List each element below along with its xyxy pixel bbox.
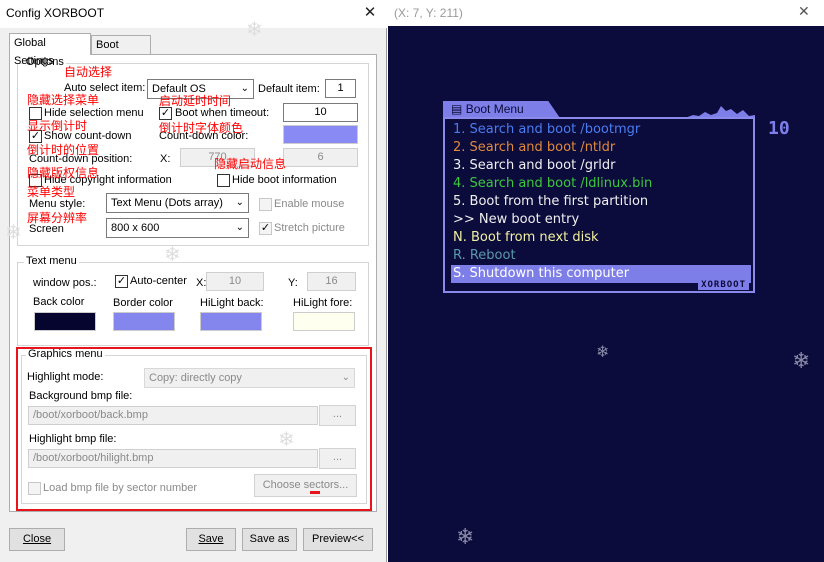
config-dialog: Config XORBOOT ✕ Global Settings Boot it…	[0, 0, 387, 562]
snowflake-icon: ❄	[456, 524, 475, 549]
save-as-button-label: Save as	[249, 533, 290, 545]
screen-value: 800 x 600	[111, 222, 160, 234]
menu-style-value: Text Menu (Dots array)	[111, 197, 223, 209]
boot-menu-item[interactable]: 4. Search and boot /ldlinux.bin	[451, 175, 751, 193]
save-button[interactable]: Save	[186, 528, 236, 551]
save-as-button[interactable]: Save as	[242, 528, 297, 551]
annotation-screen-resolution: 屏幕分辨率	[27, 211, 88, 225]
snowflake-icon: ❄	[596, 344, 610, 361]
window-pos-label: window pos.:	[33, 277, 97, 289]
boot-menu-item[interactable]: 1. Search and boot /bootmgr	[451, 121, 751, 139]
boot-menu-item[interactable]: 3. Search and boot /grldr	[451, 157, 751, 175]
menu-icon: ▤	[451, 102, 463, 116]
countdown-color-swatch[interactable]	[283, 125, 358, 144]
annotation-underline	[310, 491, 320, 494]
snowflake-icon: ❄	[246, 19, 263, 41]
annotation-hide-copyright: 隐藏版权信息	[27, 166, 100, 180]
chevron-down-icon: ⌄	[240, 83, 249, 94]
hills-decoration-icon	[685, 106, 755, 118]
annotation-countdown-position: 倒计时的位置	[27, 143, 100, 157]
close-icon[interactable]: ✕	[358, 2, 382, 24]
window-title: Config XORBOOT	[6, 6, 105, 20]
close-button[interactable]: Close	[9, 528, 65, 551]
boot-menu-item[interactable]: >> New boot entry	[451, 211, 751, 229]
countdown-timer: 10	[768, 118, 790, 139]
stretch-picture-checkbox[interactable]: ✓	[259, 222, 272, 235]
chevron-down-icon: ⌄	[235, 197, 244, 208]
hilight-back-swatch[interactable]	[200, 312, 262, 331]
annotation-auto-select: 自动选择	[64, 65, 113, 79]
stretch-picture-label: Stretch picture	[274, 222, 345, 234]
save-button-label: Save	[198, 533, 224, 545]
annotation-show-countdown: 显示倒计时	[27, 119, 88, 133]
back-color-swatch[interactable]	[34, 312, 96, 331]
preview-button[interactable]: Preview<<	[303, 528, 373, 551]
default-item-label: Default item:	[258, 83, 320, 95]
text-menu-legend: Text menu	[24, 255, 79, 267]
annotation-countdown-color: 倒计时字体颜色	[159, 121, 244, 135]
enable-mouse-checkbox[interactable]	[259, 198, 272, 211]
preview-window: (X: 7, Y: 211) ✕ ▤ Boot Menu 1. Search a…	[388, 0, 824, 562]
window-x-input[interactable]: 10	[206, 272, 264, 291]
annotation-boot-delay: 启动延时时间	[159, 94, 232, 108]
boot-menu-item[interactable]: 2. Search and boot /ntldr	[451, 139, 751, 157]
auto-center-label: Auto-center	[130, 275, 187, 287]
tab-boot-items[interactable]: Boot items	[91, 35, 151, 69]
menu-style-dropdown[interactable]: Text Menu (Dots array) ⌄	[106, 193, 249, 213]
border-color-label: Border color	[113, 297, 173, 309]
title-bar: Config XORBOOT ✕	[0, 0, 387, 28]
border-color-swatch[interactable]	[113, 312, 175, 331]
preview-title-bar: (X: 7, Y: 211) ✕	[388, 0, 824, 26]
default-item-input[interactable]: 1	[325, 79, 356, 98]
close-icon[interactable]: ✕	[798, 3, 810, 20]
boot-menu-item[interactable]: 5. Boot from the first partition	[451, 193, 751, 211]
annotation-hide-menu: 隐藏选择菜单	[27, 93, 100, 107]
countdown-y-input[interactable]: 6	[283, 148, 358, 167]
hilight-fore-label: HiLight fore:	[293, 297, 353, 309]
enable-mouse-label: Enable mouse	[274, 198, 345, 210]
annotation-menu-type: 菜单类型	[27, 185, 76, 199]
highlight-annotation-box	[16, 347, 372, 511]
hilight-back-label: HiLight back:	[200, 297, 264, 309]
auto-center-checkbox[interactable]: ✓	[115, 275, 128, 288]
back-color-label: Back color	[33, 296, 85, 308]
close-button-label: Close	[22, 533, 52, 545]
hilight-fore-swatch[interactable]	[293, 312, 355, 331]
brand-label: XORBOOT	[698, 280, 749, 290]
hide-boot-info-checkbox[interactable]	[217, 174, 230, 187]
annotation-hide-boot-info: 隐藏启动信息	[214, 157, 287, 171]
window-y-label: Y:	[288, 277, 298, 289]
countdown-x-label: X:	[160, 153, 171, 165]
boot-menu-title-tab: ▤ Boot Menu	[443, 101, 560, 118]
boot-menu-title: Boot Menu	[465, 102, 524, 116]
boot-menu-box: 1. Search and boot /bootmgr 2. Search and…	[443, 117, 755, 293]
hide-boot-info-label: Hide boot information	[232, 174, 337, 186]
preview-button-label: Preview<<	[312, 533, 364, 545]
coordinate-readout: (X: 7, Y: 211)	[394, 6, 463, 20]
boot-menu-item[interactable]: R. Reboot	[451, 247, 751, 265]
window-x-label: X:	[196, 277, 207, 289]
window-y-input[interactable]: 16	[307, 272, 356, 291]
tab-global-settings[interactable]: Global Settings	[9, 33, 91, 67]
screen-dropdown[interactable]: 800 x 600 ⌄	[106, 218, 249, 238]
boot-menu-item[interactable]: N. Boot from next disk	[451, 229, 751, 247]
timeout-input[interactable]: 10	[283, 103, 358, 122]
chevron-down-icon: ⌄	[235, 222, 244, 233]
snowflake-icon: ❄	[792, 348, 811, 373]
